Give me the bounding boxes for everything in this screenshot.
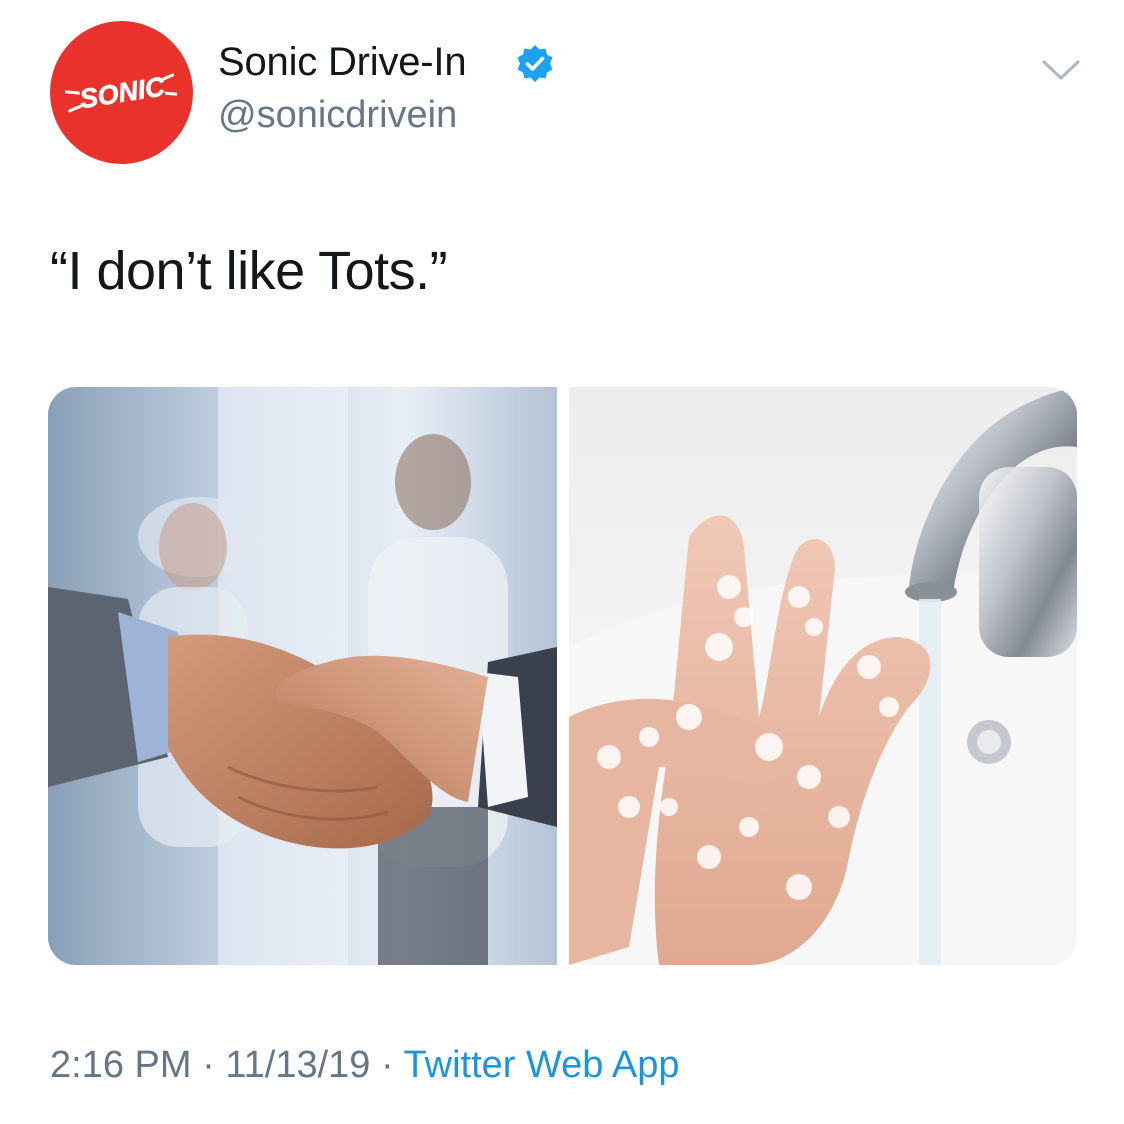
verified-badge-icon bbox=[517, 45, 553, 82]
chevron-down-icon[interactable] bbox=[1038, 52, 1084, 88]
source-link[interactable]: Twitter Web App bbox=[404, 1044, 680, 1086]
tweet-date: 11/13/19 bbox=[225, 1044, 371, 1086]
handle[interactable]: @sonicdrivein bbox=[218, 94, 457, 137]
hand-washing-photo[interactable] bbox=[569, 387, 1077, 965]
meta-separator: · bbox=[202, 1044, 215, 1086]
tweet-meta: 2:16 PM · 11/13/19 · Twitter Web App bbox=[50, 1044, 680, 1087]
tweet-text: “I don’t like Tots.” bbox=[50, 241, 448, 301]
sonic-logo: SONIC bbox=[65, 71, 178, 115]
handshake-photo[interactable] bbox=[48, 387, 557, 965]
meta-separator: · bbox=[380, 1044, 394, 1086]
avatar[interactable]: SONIC bbox=[50, 21, 193, 164]
media-grid bbox=[48, 387, 1077, 965]
display-name[interactable]: Sonic Drive-In bbox=[218, 40, 467, 85]
tweet-time: 2:16 PM bbox=[50, 1044, 192, 1086]
svg-text:SONIC: SONIC bbox=[78, 71, 168, 114]
